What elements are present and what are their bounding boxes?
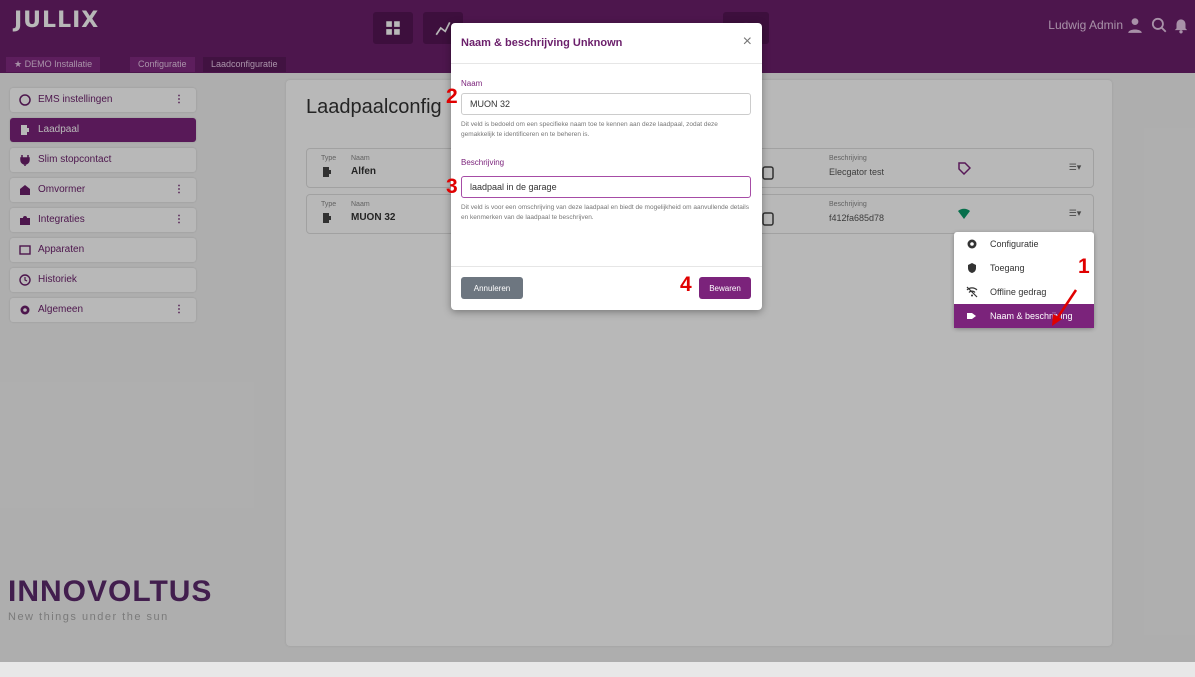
cancel-button[interactable]: Annuleren bbox=[461, 277, 523, 299]
annotation-step-2: 2 bbox=[446, 85, 458, 108]
description-field[interactable] bbox=[461, 176, 751, 198]
description-label: Beschrijving bbox=[461, 158, 505, 167]
rename-icon bbox=[967, 313, 976, 319]
annotation-step-4: 4 bbox=[680, 273, 692, 296]
footer bbox=[0, 662, 1195, 677]
menu-item-configuratie[interactable]: Configuratie bbox=[954, 232, 1094, 256]
save-button[interactable]: Bewaren bbox=[699, 277, 751, 299]
name-help-text: Dit veld is bedoeld om een specifieke na… bbox=[461, 121, 718, 138]
close-icon[interactable]: × bbox=[743, 33, 752, 51]
menu-item-label: Configuratie bbox=[990, 239, 1039, 249]
shield-icon bbox=[968, 263, 976, 273]
dialog-header: Naam & beschrijving Unknown × bbox=[451, 23, 762, 64]
wifi-off-icon bbox=[966, 286, 978, 298]
annotation-step-3: 3 bbox=[446, 175, 458, 198]
name-field[interactable] bbox=[461, 93, 751, 115]
dialog-footer: Annuleren Bewaren bbox=[451, 266, 762, 311]
name-label: Naam bbox=[461, 79, 483, 88]
gear-icon bbox=[967, 239, 977, 249]
name-description-dialog: Naam & beschrijving Unknown × Naam Dit v… bbox=[451, 23, 762, 310]
dialog-title: Naam & beschrijving Unknown bbox=[461, 37, 623, 49]
annotation-arrow-icon bbox=[1052, 289, 1078, 326]
description-help-text: Dit veld is voor een omschrijving van de… bbox=[461, 204, 749, 221]
